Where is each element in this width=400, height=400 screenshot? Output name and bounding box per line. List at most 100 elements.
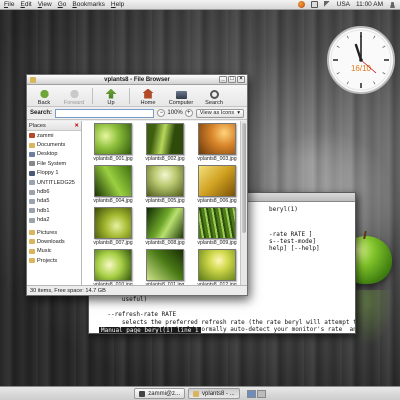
computer-label: Computer: [168, 99, 194, 106]
file-item[interactable]: vplants8_012.jpg: [192, 249, 242, 289]
toolbar-separator: [129, 87, 130, 104]
sidebar-item-hda2[interactable]: hda2: [27, 216, 81, 225]
file-item[interactable]: vplants8_008.jpg: [140, 207, 190, 247]
file-item[interactable]: vplants8_005.jpg: [140, 165, 190, 205]
home-label: Home: [140, 99, 156, 106]
clock-date: 16/10: [351, 64, 372, 73]
sidebar-item-filesystem[interactable]: File System: [27, 159, 81, 168]
places-sidebar: Places ✕ zammi Documents Desktop File Sy…: [27, 121, 82, 285]
user-icon[interactable]: [389, 1, 396, 8]
taskbar-item-terminal[interactable]: zammi@z...: [134, 388, 186, 399]
file-item[interactable]: vplants8_011.jpg: [140, 249, 190, 289]
search-field-label: Search:: [30, 110, 53, 116]
network-icon[interactable]: [310, 1, 318, 8]
vertical-scrollbar[interactable]: [240, 121, 247, 285]
zoom-level[interactable]: 100%: [167, 110, 182, 116]
workspace-switcher[interactable]: [246, 389, 266, 398]
icon-view[interactable]: vplants8_001.jpg vplants8_002.jpg vplant…: [82, 121, 247, 288]
forward-button[interactable]: Forward: [60, 86, 88, 106]
close-button[interactable]: ×: [237, 76, 245, 83]
sidebar-item-hdb1[interactable]: hdb1: [27, 206, 81, 215]
file-item[interactable]: vplants8_009.jpg: [192, 207, 242, 247]
sidebar-item-label: Pictures: [37, 229, 58, 236]
system-tray: USA 11:00 AM: [297, 1, 400, 8]
top-panel: File Edit View Go Bookmarks Help USA 11:…: [0, 0, 400, 10]
status-text: 30 items, Free space: 14.7 GB: [30, 287, 106, 294]
search-input[interactable]: [55, 108, 155, 118]
workspace-2[interactable]: [256, 389, 266, 398]
computer-button[interactable]: Computer: [164, 86, 198, 106]
search-icon: [209, 89, 219, 99]
sidebar-item-floppy[interactable]: Floppy 1: [27, 169, 81, 178]
sidebar-item-label: hdb1: [37, 207, 50, 214]
home-button[interactable]: Home: [134, 86, 162, 106]
image-thumbnail: [146, 123, 184, 155]
file-item[interactable]: vplants8_003.jpg: [192, 123, 242, 163]
zoom-out-button[interactable]: −: [157, 109, 166, 117]
image-thumbnail: [198, 165, 236, 197]
file-browser-window[interactable]: vplants8 - File Browser _ □ × Back Forwa…: [26, 74, 248, 296]
window-title: vplants8 - File Browser: [104, 76, 170, 83]
file-item[interactable]: vplants8_006.jpg: [192, 165, 242, 205]
keyboard-locale[interactable]: USA: [337, 1, 350, 8]
minimize-button[interactable]: _: [219, 76, 227, 83]
view-mode-select[interactable]: View as Icons ▾: [195, 108, 244, 118]
home-icon: [29, 133, 35, 139]
sidebar-item-documents[interactable]: Documents: [27, 140, 81, 149]
file-item[interactable]: vplants8_001.jpg: [88, 123, 138, 163]
status-bar: 30 items, Free space: 14.7 GB: [27, 285, 247, 295]
sidebar-item-downloads[interactable]: Downloads: [27, 237, 81, 246]
up-button[interactable]: Up: [97, 86, 125, 106]
image-thumbnail: [198, 249, 236, 281]
home-icon: [142, 88, 154, 99]
sidebar-item-label: Downloads: [37, 238, 65, 245]
scrollbar-thumb[interactable]: [242, 123, 246, 233]
close-sidebar-icon[interactable]: ✕: [74, 123, 79, 129]
menu-bookmarks[interactable]: Bookmarks: [72, 1, 105, 8]
file-browser-toolbar: Back Forward Up Home Computer Search: [27, 85, 247, 107]
image-thumbnail: [198, 123, 236, 155]
image-thumbnail: [146, 249, 184, 281]
file-item[interactable]: vplants8_002.jpg: [140, 123, 190, 163]
bottom-panel: zammi@z... vplants8 - ...: [0, 386, 400, 400]
terminal-icon: [139, 390, 146, 397]
taskbar-item-file-browser[interactable]: vplants8 - ...: [188, 388, 240, 399]
file-browser-titlebar[interactable]: vplants8 - File Browser _ □ ×: [27, 75, 247, 85]
sidebar-item-hdb6[interactable]: hdb6: [27, 187, 81, 196]
drive-icon: [29, 180, 35, 186]
zoom-in-button[interactable]: +: [184, 109, 193, 117]
floppy-icon: [29, 170, 35, 176]
terminal-line: help] [--help]: [269, 245, 320, 252]
search-button[interactable]: Search: [200, 86, 228, 106]
back-arrow-icon: [38, 88, 50, 99]
firefox-icon[interactable]: [297, 1, 305, 8]
clock-widget[interactable]: 16/10: [326, 25, 396, 95]
volume-icon[interactable]: [323, 1, 331, 8]
terminal-status-line: Manual page beryl(1) line 1: [99, 327, 201, 334]
file-item[interactable]: vplants8_007.jpg: [88, 207, 138, 247]
sidebar-item-untitledg25[interactable]: UNTITLEDG25: [27, 178, 81, 187]
panel-clock[interactable]: 11:00 AM: [356, 1, 383, 8]
sidebar-header[interactable]: Places ✕: [27, 121, 81, 131]
sidebar-item-projects[interactable]: Projects: [27, 256, 81, 265]
menu-file[interactable]: File: [4, 1, 15, 8]
sidebar-item-music[interactable]: Music: [27, 247, 81, 256]
menu-edit[interactable]: Edit: [21, 1, 32, 8]
image-thumbnail: [146, 165, 184, 197]
file-item[interactable]: vplants8_010.jpg: [88, 249, 138, 289]
sidebar-item-zammi[interactable]: zammi: [27, 131, 81, 140]
sidebar-item-pictures[interactable]: Pictures: [27, 228, 81, 237]
back-button[interactable]: Back: [30, 86, 58, 106]
menu-help[interactable]: Help: [111, 1, 124, 8]
workspace-1[interactable]: [246, 389, 256, 398]
image-thumbnail: [94, 165, 132, 197]
file-name: vplants8_005.jpg: [145, 198, 185, 204]
maximize-button[interactable]: □: [228, 76, 236, 83]
sidebar-item-hda5[interactable]: hda5: [27, 197, 81, 206]
sidebar-item-desktop[interactable]: Desktop: [27, 150, 81, 159]
menu-view[interactable]: View: [38, 1, 52, 8]
drive-icon: [29, 208, 35, 214]
menu-go[interactable]: Go: [58, 1, 67, 8]
file-item[interactable]: vplants8_004.jpg: [88, 165, 138, 205]
drive-icon: [29, 217, 35, 223]
